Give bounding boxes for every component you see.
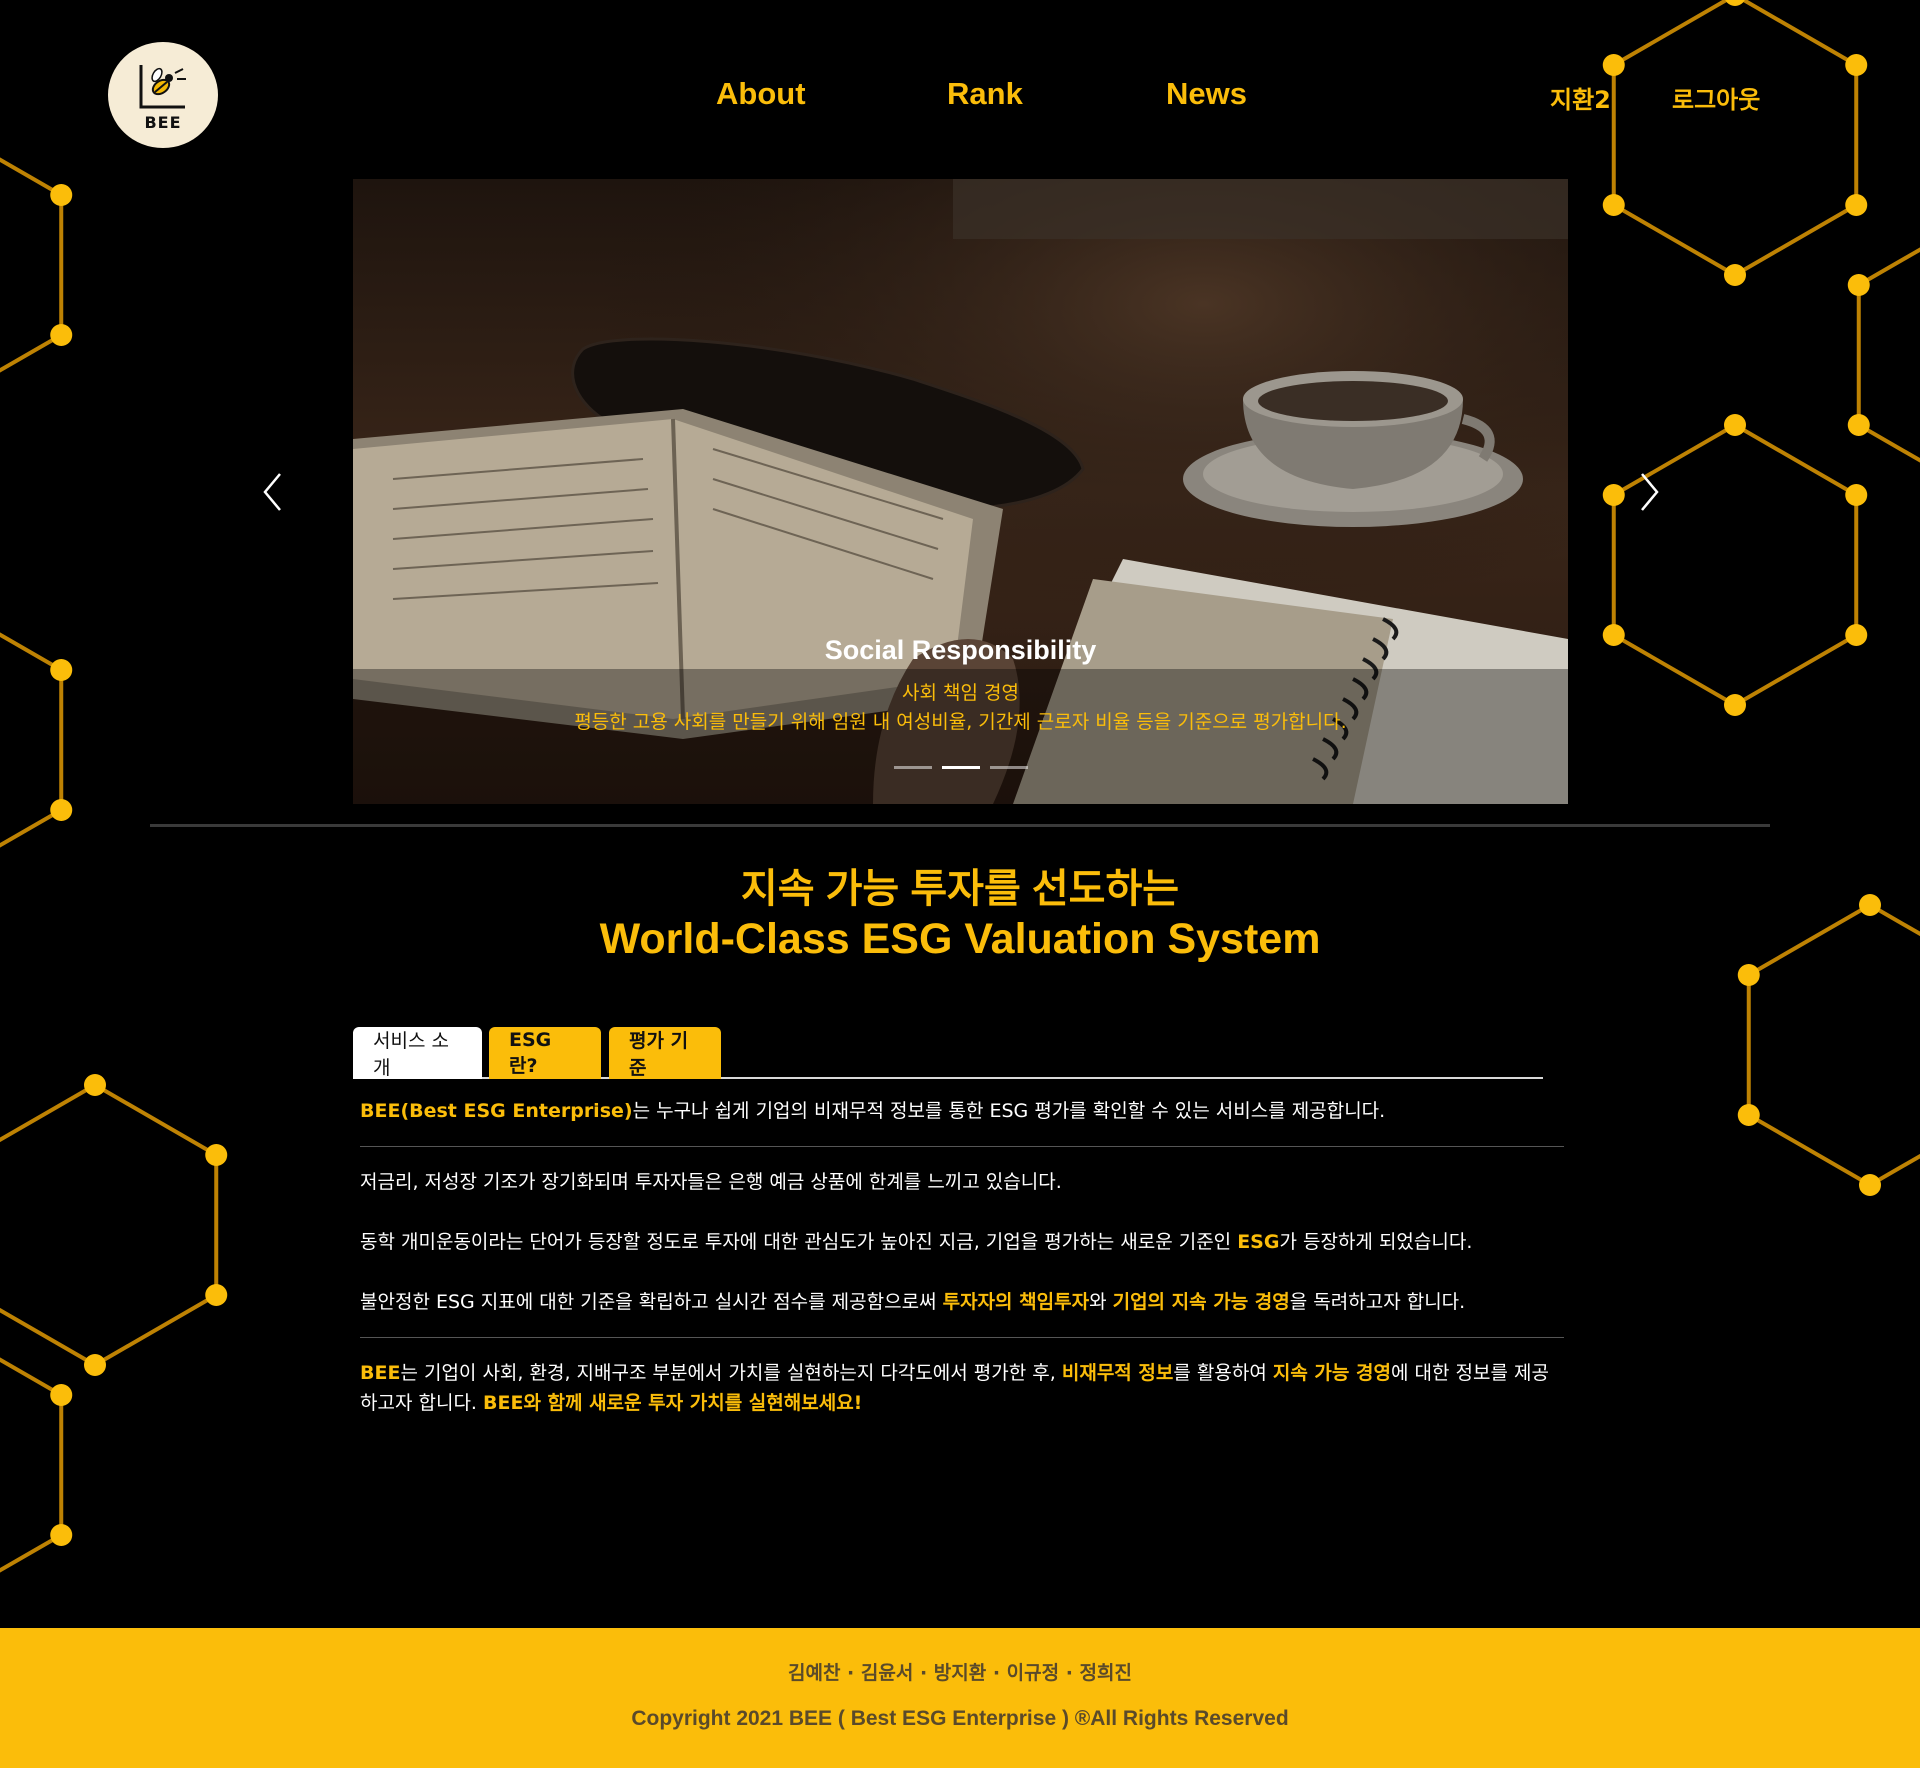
- hero-carousel: Social Responsibility 사회 책임 경영 평등한 고용 사회…: [353, 179, 1568, 804]
- bee-icon: [139, 64, 186, 108]
- tab-what-is-esg[interactable]: ESG 란?: [489, 1027, 601, 1079]
- background-paragraph-1: 저금리, 저성장 기조가 장기화되며 투자자들은 은행 예금 상품에 한계를 느…: [360, 1171, 1062, 1193]
- info-tabs: 서비스 소개 ESG 란? 평가 기준: [353, 1027, 1543, 1079]
- p5-highlight-2: 비재무적 정보: [1061, 1362, 1174, 1384]
- chevron-right-icon[interactable]: [1636, 470, 1662, 514]
- carousel-indicator-3[interactable]: [989, 766, 1028, 769]
- background-paragraph-2: 동학 개미운동이라는 단어가 등장할 정도로 투자에 대한 관심도가 높아진 지…: [360, 1227, 1565, 1257]
- content-divider-1: [360, 1146, 1564, 1147]
- p4-highlight-2: 기업의 지속 가능 경영: [1112, 1291, 1290, 1313]
- p5-text-b: 를 활용하여: [1173, 1362, 1273, 1384]
- carousel-indicator-2[interactable]: [941, 766, 980, 769]
- slide-subtitle: 사회 책임 경영: [902, 682, 1019, 704]
- carousel-indicator-1[interactable]: [893, 766, 932, 769]
- p4-highlight-1: 투자자의 책임투자: [942, 1291, 1090, 1313]
- p3-text-b: 가 등장하게 되었습니다.: [1279, 1231, 1473, 1253]
- p5-highlight-1: BEE: [360, 1362, 401, 1384]
- section-divider: [150, 824, 1770, 827]
- nav-news[interactable]: News: [1166, 76, 1247, 112]
- intro-paragraph: BEE(Best ESG Enterprise)는 누구나 쉽게 기업의 비재무…: [360, 1096, 1565, 1126]
- logo-text: BEE: [144, 112, 182, 132]
- p5-highlight-4: BEE와 함께 새로운 투자 가치를 실현해보세요!: [483, 1392, 863, 1414]
- slide-title: Social Responsibility: [824, 635, 1097, 665]
- p4-text-a: 불안정한 ESG 지표에 대한 기준을 확립하고 실시간 점수를 제공함으로써: [360, 1291, 943, 1313]
- p4-text-b: 와: [1089, 1291, 1113, 1313]
- background-paragraph-3: 불안정한 ESG 지표에 대한 기준을 확립하고 실시간 점수를 제공함으로써 …: [360, 1287, 1565, 1317]
- user-name-link[interactable]: 지환2: [1550, 80, 1611, 115]
- tab-evaluation-criteria[interactable]: 평가 기준: [609, 1027, 721, 1079]
- chevron-left-icon[interactable]: [260, 470, 286, 514]
- bee-fullname: BEE(Best ESG Enterprise): [360, 1100, 633, 1122]
- tab-service-intro[interactable]: 서비스 소개: [353, 1027, 482, 1079]
- p3-text-a: 동학 개미운동이라는 단어가 등장할 정도로 투자에 대한 관심도가 높아진 지…: [360, 1231, 1238, 1253]
- p3-highlight: ESG: [1237, 1231, 1280, 1253]
- summary-paragraph: BEE는 기업이 사회, 환경, 지배구조 부분에서 가치를 실현하는지 다각도…: [360, 1358, 1565, 1418]
- p5-text-a: 는 기업이 사회, 환경, 지배구조 부분에서 가치를 실현하는지 다각도에서 …: [400, 1362, 1062, 1384]
- logout-link[interactable]: 로그아웃: [1672, 80, 1760, 115]
- headline-line-2: World-Class ESG Valuation System: [599, 915, 1321, 963]
- footer-copyright: Copyright 2021 BEE ( Best ESG Enterprise…: [631, 1707, 1289, 1730]
- nav-about[interactable]: About: [716, 76, 806, 112]
- headline-line-1: 지속 가능 투자를 선도하는: [740, 867, 1180, 911]
- content-divider-2: [360, 1337, 1564, 1338]
- footer-team-names: 김예찬 · 김윤서 · 방지환 · 이규정 · 정희진: [788, 1662, 1132, 1684]
- footer: 김예찬 · 김윤서 · 방지환 · 이규정 · 정희진 Copyright 20…: [0, 1628, 1920, 1768]
- carousel-indicators: [353, 766, 1568, 769]
- bee-logo[interactable]: BEE: [108, 42, 218, 148]
- p5-highlight-3: 지속 가능 경영: [1272, 1362, 1391, 1384]
- slide-description: 평등한 고용 사회를 만들기 위해 임원 내 여성비율, 기간제 근로자 비율 …: [574, 711, 1347, 733]
- intro-text: 는 누구나 쉽게 기업의 비재무적 정보를 통한 ESG 평가를 확인할 수 있…: [632, 1100, 1386, 1122]
- nav-rank[interactable]: Rank: [947, 76, 1023, 112]
- p4-text-c: 을 독려하고자 합니다.: [1289, 1291, 1466, 1313]
